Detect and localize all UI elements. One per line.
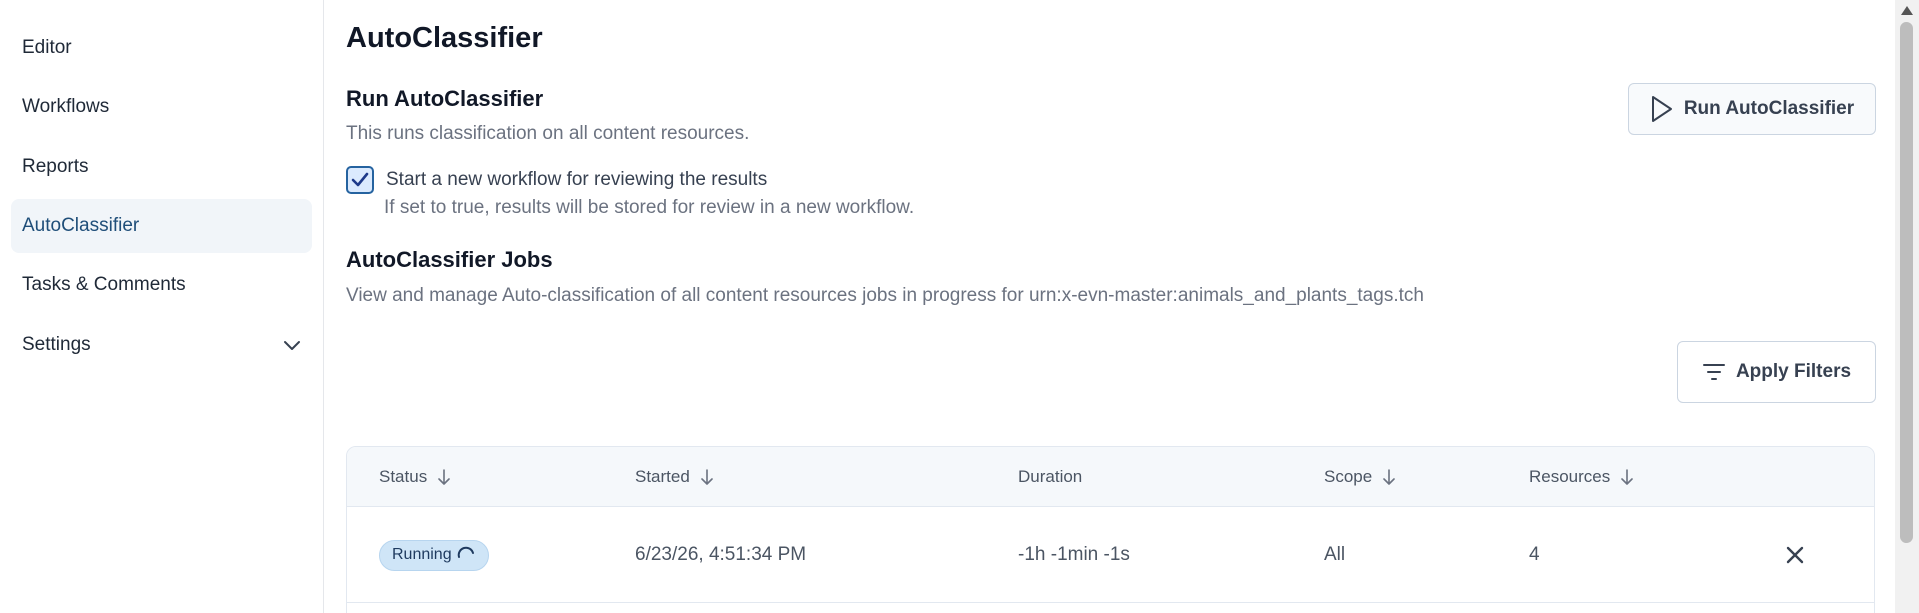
column-header-label: Duration [1018, 467, 1083, 486]
run-section-description: This runs classification on all content … [346, 123, 750, 144]
apply-filters-button[interactable]: Apply Filters [1677, 341, 1876, 403]
arrow-down-icon [701, 469, 713, 485]
column-header-started[interactable]: Started [635, 447, 714, 507]
play-icon [1651, 96, 1672, 122]
table-row: Running 6/23/26, 4:51:34 PM -1h -1min -1… [347, 507, 1874, 603]
column-header-status[interactable]: Status [379, 447, 451, 507]
jobs-section-title: AutoClassifier Jobs [346, 247, 553, 272]
new-workflow-checkbox-label: Start a new workflow for reviewing the r… [386, 169, 768, 190]
apply-filters-button-label: Apply Filters [1735, 361, 1852, 382]
column-header-duration: Duration [1018, 447, 1082, 507]
sidebar-item-label: Tasks & Comments [22, 274, 186, 295]
sidebar-item-label: Settings [22, 334, 91, 355]
checkmark-icon [351, 172, 369, 187]
new-workflow-checkbox[interactable] [346, 166, 374, 194]
column-header-resources[interactable]: Resources [1529, 447, 1634, 507]
status-cell: Running [379, 507, 489, 603]
sidebar: Editor Workflows Reports AutoClassifier … [0, 0, 324, 613]
close-icon[interactable] [1784, 544, 1806, 566]
filter-lines-icon [1702, 364, 1725, 380]
scroll-up-arrow-icon[interactable] [1901, 6, 1913, 15]
jobs-section-description: View and manage Auto-classification of a… [346, 285, 1424, 306]
status-badge-label: Running [392, 546, 452, 563]
sidebar-item-editor[interactable]: Editor [11, 21, 312, 75]
column-header-label: Status [379, 467, 428, 486]
vertical-scrollbar[interactable] [1895, 0, 1919, 613]
new-workflow-option: Start a new workflow for reviewing the r… [346, 166, 767, 194]
arrow-down-icon [1621, 469, 1634, 485]
table-header: Status Started Duration Scope Resources [347, 447, 1874, 507]
scrollbar-thumb[interactable] [1900, 22, 1913, 543]
scope-cell: All [1324, 544, 1346, 565]
sidebar-item-autoclassifier[interactable]: AutoClassifier [11, 199, 312, 253]
arrow-down-icon [1383, 469, 1396, 485]
sidebar-item-label: Reports [22, 156, 89, 177]
column-header-scope[interactable]: Scope [1324, 447, 1396, 507]
new-workflow-help-text: If set to true, results will be stored f… [384, 197, 915, 218]
column-header-label: Started [635, 467, 690, 486]
run-section-title: Run AutoClassifier [346, 86, 544, 111]
arrow-down-icon [438, 469, 451, 485]
sidebar-item-workflows[interactable]: Workflows [11, 80, 312, 134]
sidebar-item-label: Editor [22, 37, 72, 58]
main-content: AutoClassifier Run AutoClassifier This r… [324, 0, 1895, 613]
sidebar-item-label: AutoClassifier [22, 215, 140, 236]
chevron-down-icon [284, 341, 300, 350]
started-cell: 6/23/26, 4:51:34 PM [635, 544, 807, 565]
spinner-icon [457, 546, 474, 558]
column-header-label: Resources [1529, 467, 1611, 486]
sidebar-item-reports[interactable]: Reports [11, 140, 312, 194]
sidebar-item-label: Workflows [22, 96, 110, 117]
jobs-table: Status Started Duration Scope Resources [346, 446, 1875, 613]
sidebar-item-settings[interactable]: Settings [11, 318, 312, 372]
duration-cell: -1h -1min -1s [1018, 544, 1130, 565]
resources-cell: 4 [1529, 544, 1540, 565]
run-autoclassifier-button-label: Run AutoClassifier [1683, 98, 1855, 119]
status-badge: Running [379, 539, 489, 571]
run-autoclassifier-button[interactable]: Run AutoClassifier [1628, 83, 1876, 135]
column-header-label: Scope [1324, 467, 1373, 486]
page-title: AutoClassifier [346, 22, 543, 54]
sidebar-item-tasks-comments[interactable]: Tasks & Comments [11, 258, 312, 312]
